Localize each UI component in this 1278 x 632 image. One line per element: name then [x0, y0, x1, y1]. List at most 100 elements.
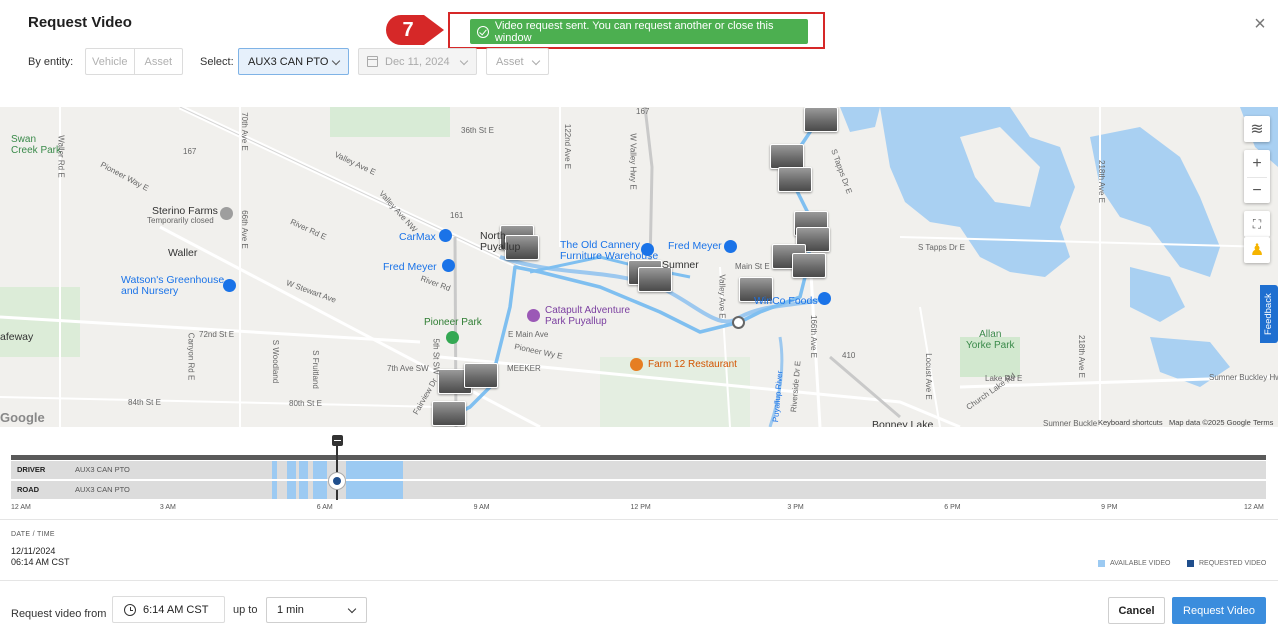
map-label: S Woodland: [271, 339, 281, 384]
entity-option-asset[interactable]: Asset: [135, 49, 183, 74]
cancel-button[interactable]: Cancel: [1108, 597, 1165, 624]
request-video-button[interactable]: Request Video: [1172, 597, 1266, 624]
poi-marker-icon[interactable]: [630, 358, 643, 371]
start-time-input[interactable]: 6:14 AM CST: [112, 596, 225, 623]
available-video-segment[interactable]: [298, 461, 308, 479]
start-time-value: 6:14 AM CST: [143, 603, 209, 616]
date-select[interactable]: Dec 11, 2024: [358, 48, 477, 75]
keyboard-shortcuts-link[interactable]: Keyboard shortcuts: [1098, 418, 1163, 427]
map-label: Pioneer Park: [424, 317, 482, 328]
map-label: 80th St E: [289, 399, 322, 408]
map-label: Valley Ave E: [717, 274, 727, 319]
video-thumbnail[interactable]: [778, 167, 812, 192]
poi-marker-icon[interactable]: [724, 240, 737, 253]
map-label: 36th St E: [461, 126, 494, 135]
timeline-cursor-handle[interactable]: [327, 472, 346, 490]
video-thumbnail[interactable]: [432, 401, 466, 426]
poi-marker-icon[interactable]: [442, 259, 455, 272]
up-to-label: up to: [233, 604, 258, 616]
poi-marker-icon[interactable]: [220, 207, 233, 220]
available-video-segment[interactable]: [313, 481, 328, 499]
asset-select[interactable]: Asset: [486, 48, 549, 75]
map-label: Waller Rd E: [56, 135, 66, 178]
available-video-segment[interactable]: [272, 481, 277, 499]
map-label: 218th Ave E: [1077, 335, 1086, 378]
timeline-row-entity: AUX3 CAN PTO: [75, 485, 130, 494]
map-label: Watson's Greenhouse and Nursery: [121, 274, 225, 297]
check-circle-icon: [477, 25, 489, 38]
map-label: 70th Ave E: [239, 112, 249, 151]
timeline-handle-icon[interactable]: [331, 435, 343, 446]
select-label: Select:: [200, 56, 234, 68]
video-thumbnail[interactable]: [804, 107, 838, 132]
map-view[interactable]: Swan Creek Park Pioneer Way E Valley Ave…: [0, 107, 1278, 427]
timeline-tick-label: 3 PM: [787, 504, 804, 511]
entity-select-value: AUX3 CAN PTO: [248, 55, 329, 68]
timeline-tick-label: 3 AM: [159, 504, 176, 511]
date-select-value: Dec 11, 2024: [385, 55, 450, 68]
pegman-icon[interactable]: ♟: [1244, 237, 1270, 263]
map-label: 218th Ave E: [1097, 160, 1106, 203]
clock-icon: [124, 604, 136, 616]
divider: [0, 580, 1278, 581]
chevron-down-icon: [459, 56, 469, 66]
poi-marker-icon[interactable]: [439, 229, 452, 242]
video-thumbnail[interactable]: [464, 363, 498, 388]
map-label: E Main Ave: [508, 330, 549, 339]
timeline-tick-label: 6 PM: [944, 504, 961, 511]
legend-label: AVAILABLE VIDEO: [1110, 560, 1171, 567]
asset-select-value: Asset: [496, 55, 524, 68]
map-label: Sumner Buckle: [1043, 419, 1098, 427]
vehicle-marker-icon[interactable]: [732, 316, 745, 329]
available-video-segment[interactable]: [287, 481, 296, 499]
zoom-control: + −: [1244, 150, 1270, 203]
map-label: Allan Yorke Park: [966, 329, 1015, 351]
toast-message: Video request sent. You can request anot…: [494, 19, 774, 44]
available-video-segment[interactable]: [298, 481, 308, 499]
available-video-segment[interactable]: [345, 461, 404, 479]
entity-option-vehicle[interactable]: Vehicle: [86, 49, 135, 74]
map-label: 122nd Ave E: [563, 123, 573, 170]
divider: [0, 519, 1278, 520]
map-label: North Puyallup: [480, 230, 521, 253]
map-label: Sumner: [662, 259, 699, 271]
feedback-tab[interactable]: Feedback: [1260, 285, 1278, 343]
step-number: 7: [402, 19, 414, 41]
available-video-segment[interactable]: [272, 461, 277, 479]
layers-icon[interactable]: ≋: [1244, 116, 1270, 142]
timeline-tick-label: 9 AM: [473, 504, 490, 511]
available-video-segment[interactable]: [345, 481, 404, 499]
close-icon[interactable]: ×: [1251, 14, 1269, 34]
success-toast: Video request sent. You can request anot…: [470, 19, 808, 44]
chevron-down-icon: [347, 604, 357, 614]
zoom-out-button[interactable]: −: [1247, 176, 1267, 203]
video-thumbnail[interactable]: [770, 144, 804, 169]
legend-available: AVAILABLE VIDEO: [1098, 560, 1170, 567]
video-thumbnail[interactable]: [792, 253, 826, 278]
terms-link[interactable]: Terms: [1253, 418, 1273, 427]
duration-select[interactable]: 1 min: [266, 597, 367, 623]
map-label: Farm 12 Restaurant: [648, 359, 737, 370]
zoom-in-button[interactable]: +: [1252, 151, 1261, 177]
poi-marker-icon[interactable]: [818, 292, 831, 305]
available-video-segment[interactable]: [313, 461, 328, 479]
map-label: 166th Ave E: [809, 315, 818, 358]
timeline-row-entity: AUX3 CAN PTO: [75, 465, 130, 474]
date-time-value: 12/11/2024 06:14 AM CST: [11, 546, 70, 568]
map-label: Fred Meyer: [668, 240, 722, 252]
map-label: S Fruitland: [310, 350, 320, 389]
map-label: 84th St E: [128, 398, 161, 407]
timeline-row-label: ROAD: [17, 485, 40, 494]
timeline-row-label: DRIVER: [17, 465, 46, 474]
map-label: 410: [842, 351, 856, 360]
poi-marker-icon[interactable]: [446, 331, 459, 344]
poi-marker-icon[interactable]: [527, 309, 540, 322]
map-label: 7th Ave SW: [387, 364, 429, 373]
poi-marker-icon[interactable]: [223, 279, 236, 292]
available-video-segment[interactable]: [287, 461, 296, 479]
fullscreen-icon[interactable]: ⛶: [1244, 211, 1270, 237]
entity-select[interactable]: AUX3 CAN PTO: [238, 48, 349, 75]
map-label: afeway: [0, 331, 34, 343]
time-value: 06:14 AM CST: [11, 557, 70, 567]
timeline-row-driver: DRIVER AUX3 CAN PTO: [11, 461, 1266, 479]
